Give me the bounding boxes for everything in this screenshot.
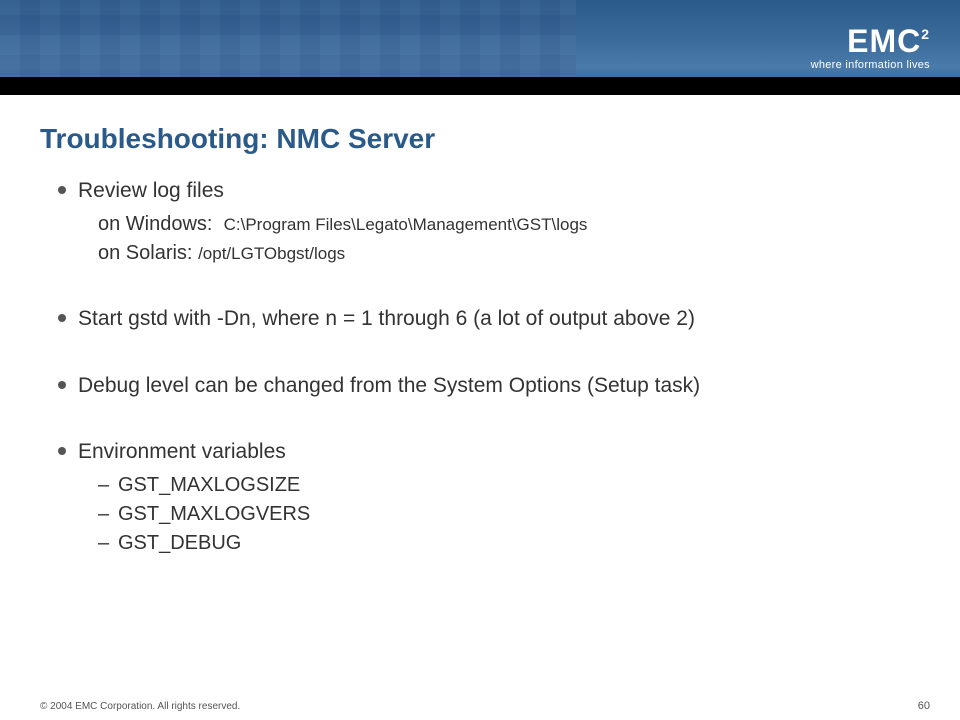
page-number: 60 xyxy=(918,700,930,712)
slide-header: EMC2 where information lives xyxy=(0,0,960,95)
sub-windows: on Windows: C:\Program Files\Legato\Mana… xyxy=(98,211,920,238)
env-var-item: GST_DEBUG xyxy=(98,530,920,557)
bullet-start-gstd: Start gstd with -Dn, where n = 1 through… xyxy=(58,305,920,333)
bullet-text: Start gstd with -Dn, where n = 1 through… xyxy=(78,307,695,330)
sub-label: on Solaris: xyxy=(98,242,193,264)
bullet-text: Review log files xyxy=(78,179,224,202)
header-black-bar xyxy=(0,77,960,95)
slide-footer: © 2004 EMC Corporation. All rights reser… xyxy=(0,700,960,712)
env-var-item: GST_MAXLOGVERS xyxy=(98,501,920,528)
bullet-list: Review log files on Windows: C:\Program … xyxy=(40,177,920,557)
bullet-review-logs: Review log files on Windows: C:\Program … xyxy=(58,177,920,267)
logo-block: EMC2 where information lives xyxy=(811,25,930,71)
logo-name: EMC xyxy=(847,23,921,59)
copyright-text: © 2004 EMC Corporation. All rights reser… xyxy=(40,701,240,712)
bullet-debug-level: Debug level can be changed from the Syst… xyxy=(58,372,920,400)
logo-exponent: 2 xyxy=(921,26,930,42)
logo-tagline: where information lives xyxy=(811,59,930,71)
bullet-env-vars: Environment variables GST_MAXLOGSIZE GST… xyxy=(58,438,920,557)
sub-solaris: on Solaris: /opt/LGTObgst/logs xyxy=(98,240,920,267)
sub-label: on Windows: xyxy=(98,213,213,235)
slide-content: Troubleshooting: NMC Server Review log f… xyxy=(0,95,960,557)
sub-list-logpaths: on Windows: C:\Program Files\Legato\Mana… xyxy=(78,211,920,267)
bullet-text: Debug level can be changed from the Syst… xyxy=(78,374,700,397)
logo-text: EMC2 xyxy=(811,25,930,57)
sub-path: /opt/LGTObgst/logs xyxy=(198,244,345,263)
slide-title: Troubleshooting: NMC Server xyxy=(40,123,920,155)
bullet-text: Environment variables xyxy=(78,440,286,463)
env-var-item: GST_MAXLOGSIZE xyxy=(98,472,920,499)
env-var-list: GST_MAXLOGSIZE GST_MAXLOGVERS GST_DEBUG xyxy=(78,472,920,557)
sub-path: C:\Program Files\Legato\Management\GST\l… xyxy=(224,215,588,234)
